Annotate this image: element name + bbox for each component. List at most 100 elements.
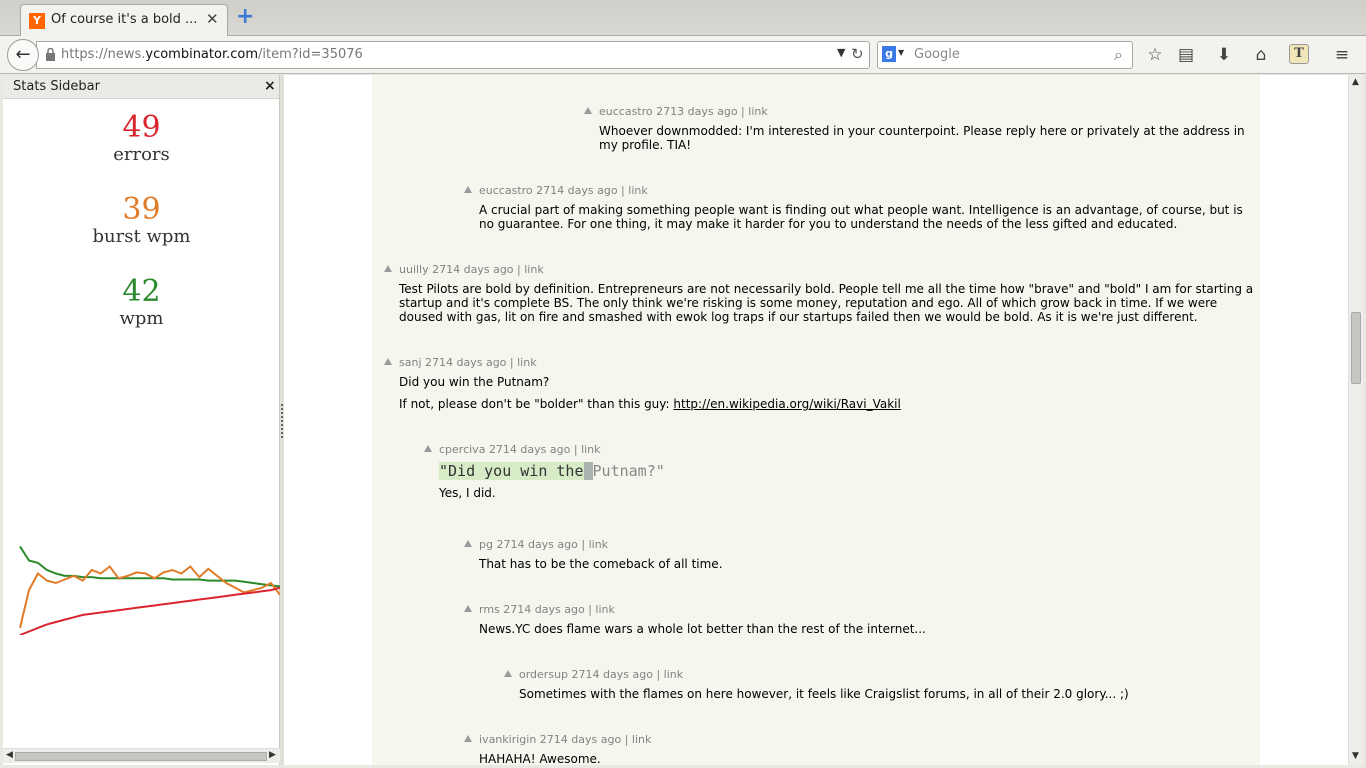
comment-header: sanj 2714 days ago | link — [384, 356, 1254, 369]
comment-age[interactable]: 2714 days ago — [536, 184, 617, 197]
download-icon[interactable]: ⬇ — [1213, 44, 1235, 66]
comment-link[interactable]: link — [589, 538, 608, 551]
search-bar[interactable]: g ▼ Google ⌕ — [877, 41, 1133, 69]
separator: | — [509, 356, 514, 369]
google-icon[interactable]: g — [882, 46, 896, 62]
separator: | — [741, 105, 745, 118]
comment-user[interactable]: cperciva — [439, 443, 485, 456]
page-vertical-scrollbar[interactable]: ▲ ▼ — [1348, 75, 1363, 765]
splitter-grip-icon[interactable] — [281, 404, 283, 438]
scroll-thumb[interactable] — [15, 752, 267, 761]
back-arrow-icon: ← — [15, 44, 31, 65]
back-button[interactable]: ← — [7, 39, 39, 71]
upvote-icon[interactable] — [504, 670, 512, 677]
sidebar-horizontal-scrollbar[interactable]: ◀ ▶ — [3, 748, 280, 763]
url-text: https://news.ycombinator.com/item?id=350… — [61, 47, 363, 62]
upvote-icon[interactable] — [384, 265, 392, 272]
comment-user[interactable]: ivankirigin — [479, 733, 536, 746]
comment-user[interactable]: euccastro — [479, 184, 533, 197]
comment-age[interactable]: 2714 days ago — [496, 538, 577, 551]
reload-icon[interactable]: ↻ — [851, 45, 864, 63]
wikipedia-link[interactable]: http://en.wikipedia.org/wiki/Ravi_Vakil — [673, 397, 900, 411]
sidebar-close-icon[interactable]: × — [264, 78, 276, 94]
comment-header: rms 2714 days ago | link — [464, 603, 1254, 616]
stat-value: 49 — [122, 110, 161, 145]
comment-header: euccastro 2713 days ago | link — [584, 105, 1254, 118]
comment-link[interactable]: link — [581, 443, 600, 456]
comment-text: That has to be the comeback of all time. — [479, 557, 723, 571]
comment-header: uuilly 2714 days ago | link — [384, 263, 1254, 276]
menu-icon[interactable]: ≡ — [1331, 44, 1353, 66]
tab-title: Of course it's a bold ... — [51, 12, 198, 27]
sidebar-header: Stats Sidebar × — [3, 75, 279, 99]
scroll-right-icon[interactable]: ▶ — [269, 750, 276, 760]
comment-text: Test Pilots are bold by definition. Entr… — [399, 282, 1254, 324]
comment-text: Yes, I did. — [439, 486, 496, 500]
comment-link[interactable]: link — [595, 603, 614, 616]
scroll-down-icon[interactable]: ▼ — [1352, 751, 1359, 761]
comment-age[interactable]: 2713 days ago — [656, 105, 737, 118]
upvote-icon[interactable] — [464, 605, 472, 612]
comment-body: HAHAHA! Awesome. — [479, 752, 1254, 765]
hn-comment-panel: euccastro 2713 days ago | link Whoever d… — [372, 75, 1260, 765]
separator: | — [624, 733, 629, 746]
upvote-icon[interactable] — [424, 445, 432, 452]
scroll-left-icon[interactable]: ◀ — [6, 750, 13, 760]
comment-link[interactable]: link — [748, 105, 767, 118]
comment-body: Yes, I did. — [439, 486, 1254, 500]
comment-header: ivankirigin 2714 days ago | link — [464, 733, 1254, 746]
comment-age[interactable]: 2714 days ago — [432, 263, 513, 276]
comment-body: Whoever downmodded: I'm interested in yo… — [599, 124, 1254, 152]
comment-text: Whoever downmodded: I'm interested in yo… — [599, 124, 1245, 152]
separator: | — [581, 538, 586, 551]
comment-text: Did you win the Putnam? — [399, 375, 550, 389]
tab-close-icon[interactable]: ✕ — [206, 10, 219, 28]
comment-user[interactable]: ordersup — [519, 668, 568, 681]
url-bar[interactable]: https://news.ycombinator.com/item?id=350… — [36, 41, 870, 69]
comment-age[interactable]: 2714 days ago — [425, 356, 506, 369]
comment-user[interactable]: uuilly — [399, 263, 429, 276]
upvote-icon[interactable] — [384, 358, 392, 365]
upvote-icon[interactable] — [464, 735, 472, 742]
comment-age[interactable]: 2714 days ago — [572, 668, 653, 681]
comment: rms 2714 days ago | link News.YC does fl… — [464, 603, 1254, 644]
comment: cperciva 2714 days ago | link "Did you w… — [424, 443, 1254, 508]
comment: ordersup 2714 days ago | link Sometimes … — [504, 668, 1254, 709]
extension-t-icon[interactable]: T — [1289, 44, 1309, 64]
stat-value: 39 — [122, 192, 161, 227]
scroll-thumb[interactable] — [1351, 312, 1361, 384]
scroll-up-icon[interactable]: ▲ — [1352, 77, 1359, 87]
stat-wpm: 42 wpm — [3, 276, 280, 330]
comment-link[interactable]: link — [524, 263, 543, 276]
comment-age[interactable]: 2714 days ago — [503, 603, 584, 616]
new-tab-icon[interactable]: + — [236, 6, 256, 28]
comment-age[interactable]: 2714 days ago — [489, 443, 570, 456]
tab-active[interactable]: Y Of course it's a bold ... ✕ — [20, 4, 228, 36]
search-icon[interactable]: ⌕ — [1114, 45, 1123, 65]
comment-user[interactable]: sanj — [399, 356, 422, 369]
comment-text: If not, please don't be "bolder" than th… — [399, 397, 1254, 411]
comment-link[interactable]: link — [517, 356, 536, 369]
upvote-icon[interactable] — [464, 540, 472, 547]
search-engine-dropdown-icon[interactable]: ▼ — [898, 48, 904, 57]
upvote-icon[interactable] — [584, 107, 592, 114]
bookmark-star-icon[interactable]: ☆ — [1144, 44, 1166, 66]
upvote-icon[interactable] — [464, 186, 472, 193]
comment-header: cperciva 2714 days ago | link — [424, 443, 1254, 456]
comment-body: Test Pilots are bold by definition. Entr… — [399, 282, 1254, 324]
comment-user[interactable]: rms — [479, 603, 500, 616]
home-icon[interactable]: ⌂ — [1250, 44, 1272, 66]
comment-user[interactable]: euccastro — [599, 105, 653, 118]
comment-link[interactable]: link — [628, 184, 647, 197]
reading-list-icon[interactable]: ▤ — [1175, 44, 1197, 66]
comment-body: Did you win the Putnam? If not, please d… — [399, 375, 1254, 411]
comment-user[interactable]: pg — [479, 538, 493, 551]
comment-body: A crucial part of making something peopl… — [479, 203, 1254, 231]
comment: pg 2714 days ago | link That has to be t… — [464, 538, 1254, 579]
comment: uuilly 2714 days ago | link Test Pilots … — [384, 263, 1254, 332]
url-dropdown-icon[interactable]: ▼ — [837, 46, 845, 59]
comment-link[interactable]: link — [632, 733, 651, 746]
comment-age[interactable]: 2714 days ago — [540, 733, 621, 746]
comment-header: pg 2714 days ago | link — [464, 538, 1254, 551]
comment-link[interactable]: link — [664, 668, 683, 681]
